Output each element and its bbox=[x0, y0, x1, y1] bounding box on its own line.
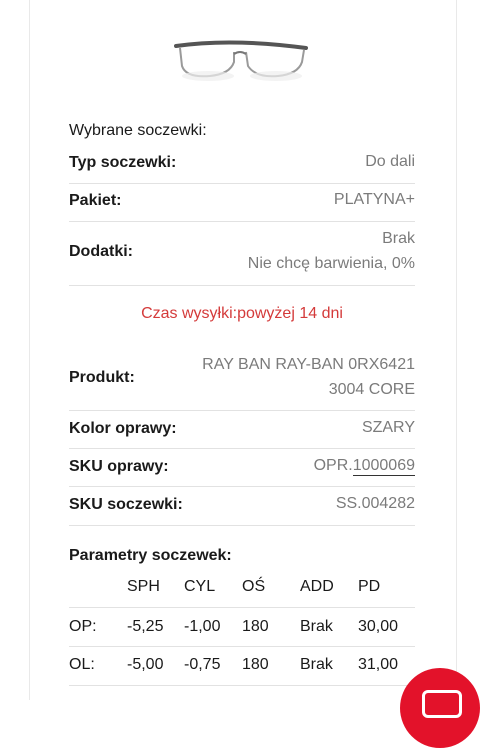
lens-sku-label: SKU soczewki: bbox=[69, 496, 183, 513]
chat-bubble-icon bbox=[422, 690, 462, 718]
divider bbox=[69, 183, 415, 184]
row-eye-label: OP: bbox=[69, 618, 97, 635]
cell-cyl: -0,75 bbox=[184, 656, 221, 673]
frame-sku-prefix: OPR. bbox=[313, 457, 353, 474]
divider bbox=[69, 285, 415, 286]
frame-sku-value[interactable]: OPR.1000069 bbox=[313, 457, 415, 476]
cell-cyl: -1,00 bbox=[184, 618, 221, 635]
frame-color-value: SZARY bbox=[361, 419, 415, 436]
header-sph: SPH bbox=[127, 578, 160, 595]
extras-value-line1: Brak bbox=[382, 230, 415, 247]
cell-sph: -5,00 bbox=[127, 656, 164, 673]
frame-sku-label: SKU oprawy: bbox=[69, 458, 169, 475]
package-value: PLATYNA+ bbox=[333, 191, 415, 208]
lens-parameters-title: Parametry soczewek: bbox=[69, 547, 232, 564]
frame-color-label: Kolor oprawy: bbox=[69, 420, 177, 437]
divider bbox=[69, 448, 415, 449]
cell-add: Brak bbox=[300, 618, 333, 635]
package-label: Pakiet: bbox=[69, 192, 122, 209]
selected-lenses-title: Wybrane soczewki: bbox=[69, 122, 207, 139]
divider bbox=[69, 410, 415, 411]
shipping-time-notice: Czas wysyłki:powyżej 14 dni bbox=[141, 305, 343, 322]
product-value-line2: 3004 CORE bbox=[328, 381, 415, 398]
frame-sku-number[interactable]: 1000069 bbox=[352, 457, 415, 476]
lens-type-value: Do dali bbox=[365, 153, 415, 170]
cell-add: Brak bbox=[300, 656, 333, 673]
chat-button[interactable] bbox=[400, 668, 480, 748]
lens-type-label: Typ soczewki: bbox=[69, 154, 177, 171]
row-eye-label: OL: bbox=[69, 656, 95, 673]
table-divider bbox=[69, 685, 415, 686]
eyeglasses-icon bbox=[174, 40, 308, 81]
table-divider bbox=[69, 607, 415, 608]
header-add: ADD bbox=[300, 578, 334, 595]
divider bbox=[69, 221, 415, 222]
cell-pd: 31,00 bbox=[358, 656, 399, 673]
product-label: Produkt: bbox=[69, 369, 135, 386]
divider bbox=[69, 525, 415, 526]
product-value-line1: RAY BAN RAY-BAN 0RX6421 bbox=[202, 356, 415, 373]
cell-axis: 180 bbox=[242, 656, 269, 673]
header-cyl: CYL bbox=[184, 578, 216, 595]
extras-label: Dodatki: bbox=[69, 243, 133, 260]
cell-sph: -5,25 bbox=[127, 618, 164, 635]
header-pd: PD bbox=[358, 578, 381, 595]
cell-pd: 30,00 bbox=[358, 618, 399, 635]
lens-sku-value: SS.004282 bbox=[335, 495, 415, 512]
cell-axis: 180 bbox=[242, 618, 269, 635]
extras-value-line2: Nie chcę barwienia, 0% bbox=[247, 255, 415, 272]
table-divider bbox=[69, 646, 415, 647]
header-axis: OŚ bbox=[242, 578, 266, 595]
divider bbox=[69, 486, 415, 487]
